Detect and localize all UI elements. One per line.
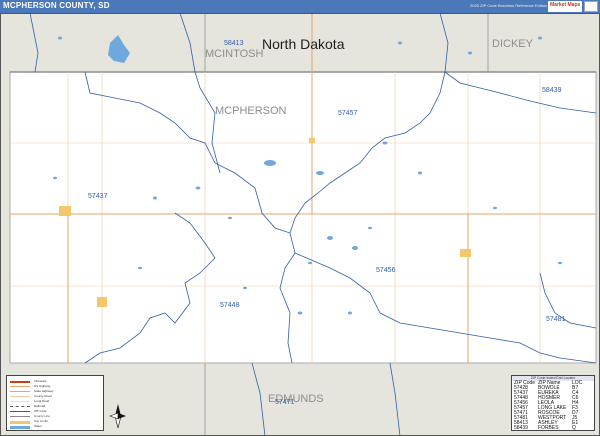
edition-note: 2025 ZIP Code Business Reference Edition <box>470 3 548 8</box>
legend-row: ZIP Code <box>10 409 102 413</box>
county-label-dickey: DICKEY <box>492 38 533 50</box>
legend-row: Water <box>10 424 102 429</box>
zip-label: 57456 <box>376 267 396 274</box>
county-label-mcpherson: MCPHERSON <box>215 105 287 117</box>
zip-label: 57471 <box>275 399 295 406</box>
zip-code-table: ZIP Code Index/Grid Locator ZIP Code ZIP … <box>511 375 595 431</box>
town-leola <box>460 249 471 257</box>
zip-label: 57457 <box>338 110 358 117</box>
map-legend: Interstate US Highway State Highway Coun… <box>6 375 104 431</box>
town-long-lake <box>309 138 315 143</box>
legend-row: County Road <box>10 394 102 398</box>
legend-row: State Highway <box>10 389 102 393</box>
zip-label: 58413 <box>224 40 244 47</box>
town-hosmer <box>97 297 107 307</box>
zip-label: 57448 <box>220 302 240 309</box>
brand-name: Market Maps <box>550 2 581 8</box>
zip-label: 57481 <box>546 316 566 323</box>
map-title: MCPHERSON COUNTY, SD <box>3 1 110 10</box>
legend-row: County Line <box>10 414 102 418</box>
brand-badge-icon <box>584 1 598 12</box>
state-label: North Dakota <box>262 36 345 52</box>
county-area <box>9 71 597 364</box>
brand-logo: Market Maps <box>548 1 582 12</box>
zip-label: 58439 <box>542 87 562 94</box>
legend-row: US Highway <box>10 384 102 388</box>
town-eureka <box>59 206 71 216</box>
title-bar: MCPHERSON COUNTY, SD 2025 ZIP Code Busin… <box>0 0 600 13</box>
legend-row: City Limits <box>10 419 102 424</box>
legend-row: Railroad <box>10 404 102 408</box>
map-canvas[interactable]: 58413 North Dakota MCINTOSH DICKEY MCPHE… <box>0 13 600 436</box>
county-label-mcintosh: MCINTOSH <box>205 48 264 60</box>
table-row: 58439 FORBES Q <box>514 425 576 431</box>
legend-row: Interstate <box>10 379 102 383</box>
zip-label: 57437 <box>88 193 108 200</box>
map-graphic <box>0 13 600 436</box>
legend-row: Local Road <box>10 399 102 403</box>
north-arrow-icon <box>109 404 126 429</box>
